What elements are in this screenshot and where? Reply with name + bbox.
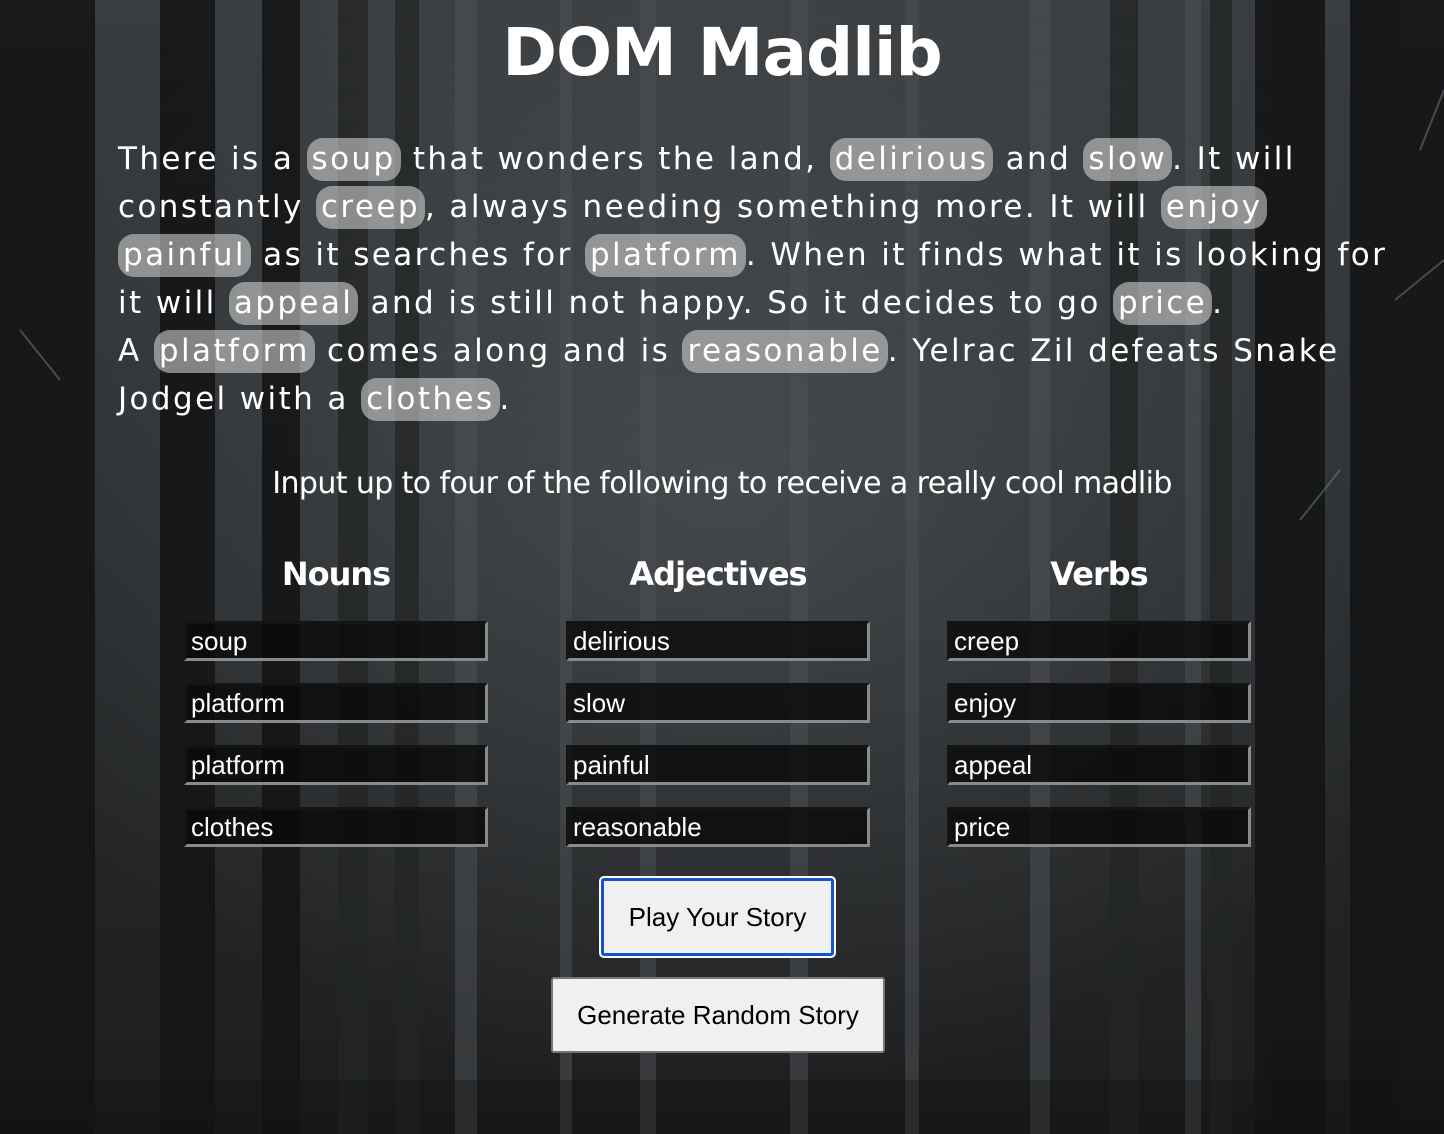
adjective-input-1[interactable] — [566, 621, 870, 661]
verb-input-4[interactable] — [947, 807, 1251, 847]
story-word-adjective: delirious — [829, 138, 994, 181]
story-line: it will appeal and is still not happy. S… — [118, 279, 1328, 327]
verb-input-1[interactable] — [947, 621, 1251, 661]
verb-input-3[interactable] — [947, 745, 1251, 785]
story-word-verb: price — [1112, 282, 1213, 325]
story-word-adjective: slow — [1083, 138, 1173, 181]
story-word-noun: soup — [306, 138, 401, 181]
story-text: comes along and is — [314, 333, 683, 369]
generate-random-story-button[interactable]: Generate Random Story — [551, 977, 885, 1053]
story-text: Jodgel with a — [118, 381, 362, 417]
story-word-verb: enjoy — [1160, 186, 1268, 229]
story-word-noun: clothes — [361, 378, 500, 421]
adjective-input-2[interactable] — [566, 683, 870, 723]
story-text: . When it finds what it is looking for — [745, 237, 1388, 273]
story-line: A platform comes along and is reasonable… — [118, 327, 1337, 375]
madlib-story: There is a soup that wonders the land, d… — [118, 135, 1385, 423]
noun-input-3[interactable] — [184, 745, 488, 785]
story-word-noun: platform — [584, 234, 746, 277]
story-text: There is a — [118, 141, 307, 177]
story-text: . — [1212, 285, 1225, 321]
story-text: . Yelrac Zil defeats Snake — [887, 333, 1340, 369]
nouns-heading: Nouns — [281, 555, 391, 593]
story-text: and is still not happy. So it decides to… — [358, 285, 1113, 321]
play-story-button[interactable]: Play Your Story — [601, 878, 834, 956]
adjective-input-4[interactable] — [566, 807, 870, 847]
adjectives-heading: Adjectives — [629, 555, 807, 593]
story-text: . — [499, 381, 512, 417]
story-line: painful as it searches for platform. Whe… — [118, 231, 1385, 279]
noun-input-4[interactable] — [184, 807, 488, 847]
adjective-input-3[interactable] — [566, 745, 870, 785]
story-word-adjective: reasonable — [682, 330, 888, 373]
story-text: and — [993, 141, 1084, 177]
story-text: . It will — [1172, 141, 1296, 177]
story-line: Jodgel with a clothes. — [118, 375, 1328, 423]
instructions-text: Input up to four of the following to rec… — [272, 466, 1172, 501]
verb-input-2[interactable] — [947, 683, 1251, 723]
verbs-heading: Verbs — [1050, 555, 1148, 593]
story-text: it will — [118, 285, 229, 321]
story-word-noun: platform — [153, 330, 315, 373]
story-line: constantly creep, always needing somethi… — [118, 183, 1328, 231]
story-line: There is a soup that wonders the land, d… — [118, 135, 1328, 183]
story-text: constantly — [118, 189, 316, 225]
story-text: , always needing something more. It will — [424, 189, 1161, 225]
story-text: as it searches for — [250, 237, 585, 273]
page-title: DOM Madlib — [502, 14, 943, 91]
story-word-adjective: painful — [118, 234, 251, 277]
noun-input-2[interactable] — [184, 683, 488, 723]
story-text: A — [118, 333, 154, 369]
story-word-verb: creep — [315, 186, 425, 229]
story-text: that wonders the land, — [400, 141, 830, 177]
noun-input-1[interactable] — [184, 621, 488, 661]
story-word-verb: appeal — [228, 282, 359, 325]
